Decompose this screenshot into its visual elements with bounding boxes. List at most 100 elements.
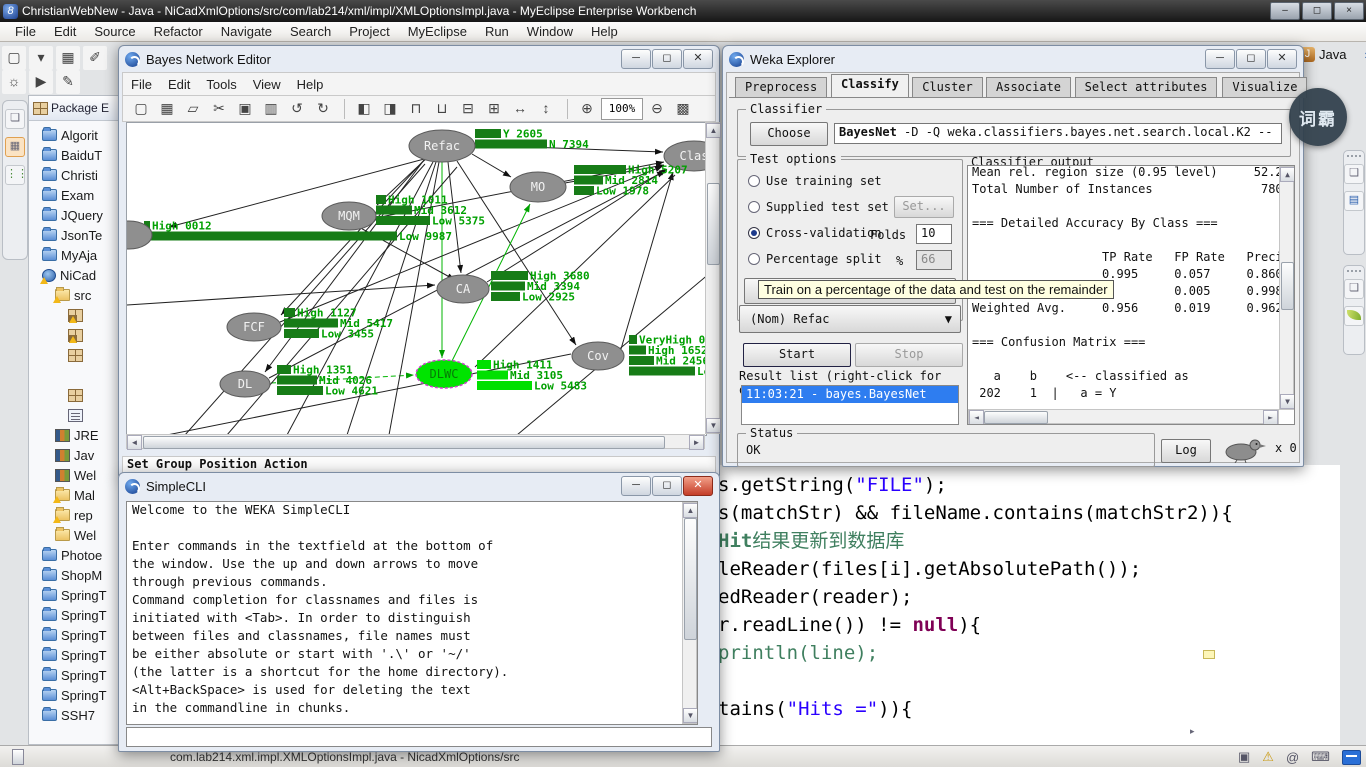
- restore-view-icon[interactable]: ❏: [5, 109, 25, 129]
- layout-graph-icon[interactable]: ▩: [671, 97, 695, 121]
- bayes-menu-view[interactable]: View: [245, 77, 289, 92]
- tree-item-jav[interactable]: Jav: [29, 445, 121, 465]
- eclipse-toolbar-icon-0[interactable]: ▢: [2, 46, 26, 70]
- menu-source[interactable]: Source: [85, 24, 144, 39]
- editor-scroll-right-icon[interactable]: ▸: [1190, 722, 1204, 736]
- minimize-button[interactable]: ─: [621, 49, 651, 69]
- radio-selected-icon[interactable]: [748, 227, 760, 239]
- bayes-menu-edit[interactable]: Edit: [160, 77, 198, 92]
- scroll-up-icon[interactable]: ▲: [683, 503, 698, 518]
- scroll-down-icon[interactable]: ▼: [1280, 394, 1295, 409]
- center-horizontal-icon[interactable]: ⊟: [456, 97, 480, 121]
- save-icon[interactable]: ▦: [155, 97, 179, 121]
- menu-edit[interactable]: Edit: [45, 24, 85, 39]
- tree-item-springt[interactable]: SpringT: [29, 665, 121, 685]
- maximize-button[interactable]: ◻: [652, 476, 682, 496]
- menu-search[interactable]: Search: [281, 24, 340, 39]
- maximize-button[interactable]: ◻: [1236, 49, 1266, 69]
- tree-item-shopm[interactable]: ShopM: [29, 565, 121, 585]
- output-vscroll-thumb[interactable]: [1281, 262, 1294, 310]
- tree-item[interactable]: [29, 405, 121, 425]
- tree-item-jsonte[interactable]: JsonTe: [29, 225, 121, 245]
- package-explorer-tab[interactable]: Package E: [29, 96, 121, 121]
- stop-button[interactable]: Stop: [855, 343, 963, 367]
- percentage-split-option[interactable]: Percentage split: [748, 252, 882, 266]
- scroll-down-icon[interactable]: ▼: [683, 708, 698, 723]
- vscroll-thumb[interactable]: [707, 183, 720, 265]
- output-vscrollbar[interactable]: ▲ ▼: [1279, 166, 1294, 410]
- remote-console-icon[interactable]: [1342, 750, 1361, 765]
- tree-item-wel[interactable]: Wel: [29, 465, 121, 485]
- bayes-menu-file[interactable]: File: [123, 77, 160, 92]
- cli-vscroll-thumb[interactable]: [684, 518, 697, 640]
- eclipse-toolbar-icon-b2[interactable]: ✎: [56, 70, 80, 94]
- menu-help[interactable]: Help: [582, 24, 627, 39]
- class-attribute-dropdown[interactable]: (Nom) Refac ▼: [739, 305, 961, 333]
- new-document-icon[interactable]: ▢: [129, 97, 153, 121]
- eclipse-toolbar-icon-1[interactable]: ▾: [29, 46, 53, 70]
- menu-navigate[interactable]: Navigate: [212, 24, 281, 39]
- tree-item-ssh7[interactable]: SSH7: [29, 705, 121, 725]
- tree-item-nicad[interactable]: NiCad: [29, 265, 121, 285]
- iciba-floating-widget[interactable]: 词霸: [1289, 88, 1347, 146]
- close-button[interactable]: ×: [1334, 2, 1364, 20]
- tree-item-baidut[interactable]: BaiduT: [29, 145, 121, 165]
- cut-icon[interactable]: ✂: [207, 97, 231, 121]
- tab-select-attributes[interactable]: Select attributes: [1075, 77, 1218, 98]
- space-horizontal-icon[interactable]: ↔: [508, 97, 532, 121]
- radio-icon[interactable]: [748, 175, 760, 187]
- tree-item-src[interactable]: src: [29, 285, 121, 305]
- hscroll-thumb[interactable]: [143, 436, 665, 449]
- tab-associate[interactable]: Associate: [986, 77, 1071, 98]
- scroll-right-icon[interactable]: ►: [689, 435, 704, 450]
- output-hscrollbar[interactable]: ◄ ►: [968, 409, 1279, 424]
- tree-item-exam[interactable]: Exam: [29, 185, 121, 205]
- eclipse-toolbar-icon-b1[interactable]: ▶: [29, 70, 53, 94]
- tree-item-mal[interactable]: Mal: [29, 485, 121, 505]
- align-bottom-icon[interactable]: ⊔: [430, 97, 454, 121]
- minimize-button[interactable]: ─: [621, 476, 651, 496]
- minimize-button[interactable]: –: [1270, 2, 1300, 20]
- restore-view-icon[interactable]: ❏: [1344, 279, 1364, 299]
- menu-run[interactable]: Run: [476, 24, 518, 39]
- zoom-in-icon[interactable]: ⊕: [575, 97, 599, 121]
- center-vertical-icon[interactable]: ⊞: [482, 97, 506, 121]
- start-button[interactable]: Start: [743, 343, 851, 367]
- tab-classify[interactable]: Classify: [831, 74, 909, 98]
- result-list-item[interactable]: 11:03:21 - bayes.BayesNet: [742, 386, 958, 403]
- tree-item-christi[interactable]: Christi: [29, 165, 121, 185]
- package-explorer-view-icon[interactable]: ▦: [5, 137, 25, 157]
- java-perspective-button[interactable]: Java: [1319, 47, 1346, 62]
- cli-output-area[interactable]: Welcome to the WEKA SimpleCLI Enter comm…: [126, 501, 698, 725]
- maximize-button[interactable]: ◻: [652, 49, 682, 69]
- undo-icon[interactable]: ↺: [285, 97, 309, 121]
- scroll-left-icon[interactable]: ◄: [969, 410, 984, 425]
- percent-field[interactable]: 66: [916, 250, 952, 270]
- restore-tray-icon[interactable]: ▣: [1238, 749, 1250, 765]
- bayes-menu-help[interactable]: Help: [289, 77, 332, 92]
- menu-myeclipse[interactable]: MyEclipse: [399, 24, 476, 39]
- bayes-window-titlebar[interactable]: Bayes Network Editor ─ ◻ ✕: [119, 46, 719, 72]
- output-hscroll-thumb[interactable]: [984, 411, 1048, 424]
- classifier-command[interactable]: BayesNet -D -Q weka.classifiers.bayes.ne…: [834, 123, 1282, 144]
- menu-project[interactable]: Project: [340, 24, 398, 39]
- tree-item-springt[interactable]: SpringT: [29, 645, 121, 665]
- menu-file[interactable]: File: [6, 24, 45, 39]
- tree-item-springt[interactable]: SpringT: [29, 625, 121, 645]
- tree-item[interactable]: [29, 345, 121, 365]
- tree-item-springt[interactable]: SpringT: [29, 605, 121, 625]
- tree-item-myaja[interactable]: MyAja: [29, 245, 121, 265]
- eclipse-toolbar-icon-3[interactable]: ✐: [83, 46, 107, 70]
- copy-icon[interactable]: ▣: [233, 97, 257, 121]
- close-button[interactable]: ✕: [1267, 49, 1297, 69]
- supplied-test-set-option[interactable]: Supplied test set: [748, 200, 889, 214]
- close-button[interactable]: ✕: [683, 476, 713, 496]
- use-training-set-option[interactable]: Use training set: [748, 174, 882, 188]
- choose-button[interactable]: Choose: [750, 122, 828, 146]
- mail-at-icon[interactable]: @: [1286, 750, 1299, 765]
- open-icon[interactable]: ▱: [181, 97, 205, 121]
- scroll-left-icon[interactable]: ◄: [127, 435, 142, 450]
- simplecli-titlebar[interactable]: SimpleCLI ─ ◻ ✕: [119, 473, 719, 499]
- zoom-out-icon[interactable]: ⊖: [645, 97, 669, 121]
- tab-preprocess[interactable]: Preprocess: [735, 77, 827, 98]
